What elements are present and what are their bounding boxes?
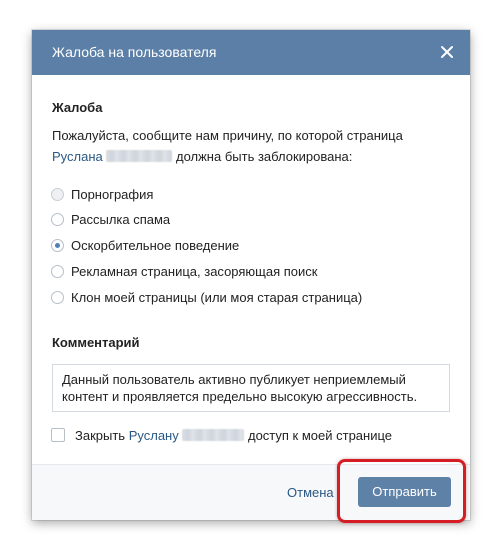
reason-label: Порнография — [71, 186, 154, 202]
reason-label: Клон моей страницы (или моя старая стран… — [71, 289, 363, 305]
close-icon — [441, 46, 453, 58]
reason-label: Рекламная страница, засоряющая поиск — [71, 263, 318, 279]
reason-label: Оскорбительное поведение — [71, 237, 240, 253]
block-access-checkbox[interactable] — [51, 428, 65, 442]
redacted-surname — [182, 428, 245, 441]
comment-heading: Комментарий — [52, 335, 140, 350]
reason-label: Рассылка спама — [71, 211, 171, 227]
close-button[interactable] — [438, 43, 456, 61]
radio-button-selected[interactable] — [51, 238, 64, 252]
dialog-header: Жалоба на пользователя — [32, 30, 470, 75]
report-user-dialog: Жалоба на пользователя Жалоба Пожалуйста… — [32, 30, 470, 520]
reason-option-advertising[interactable]: Рекламная страница, засоряющая поиск — [51, 262, 317, 280]
screenshot-canvas: Жалоба на пользователя Жалоба Пожалуйста… — [0, 0, 503, 553]
highlight-frame — [337, 459, 466, 523]
reason-option-pornography[interactable]: Порнография — [51, 185, 153, 203]
redacted-surname — [106, 150, 173, 162]
user-name-link[interactable]: Руслана — [52, 149, 103, 164]
reason-option-clone[interactable]: Клон моей страницы (или моя старая стран… — [51, 288, 362, 306]
complaint-prompt-suffix: должна быть заблокирована: — [176, 149, 353, 164]
radio-button[interactable] — [51, 290, 64, 304]
block-access-suffix: доступ к моей странице — [247, 427, 393, 443]
radio-button[interactable] — [51, 187, 64, 201]
complaint-prompt-line2: Руслана должна быть заблокирована: — [52, 149, 352, 164]
user-name-link[interactable]: Руслану — [129, 428, 179, 443]
comment-textarea[interactable]: Данный пользователь активно публикует не… — [52, 364, 450, 412]
block-access-option[interactable]: Закрыть Руслану доступ к моей странице — [51, 426, 392, 444]
reason-option-abusive[interactable]: Оскорбительное поведение — [51, 236, 239, 254]
block-access-prefix: Закрыть — [75, 427, 126, 443]
block-access-label: Закрыть Руслану доступ к моей странице — [75, 428, 392, 443]
dialog-title: Жалоба на пользователя — [52, 44, 217, 60]
reason-option-spam[interactable]: Рассылка спама — [51, 210, 170, 228]
cancel-button[interactable]: Отмена — [287, 485, 334, 500]
radio-button[interactable] — [51, 264, 64, 278]
complaint-heading: Жалоба — [52, 100, 103, 115]
radio-button[interactable] — [51, 212, 64, 226]
complaint-prompt-line1: Пожалуйста, сообщите нам причину, по кот… — [52, 128, 403, 143]
